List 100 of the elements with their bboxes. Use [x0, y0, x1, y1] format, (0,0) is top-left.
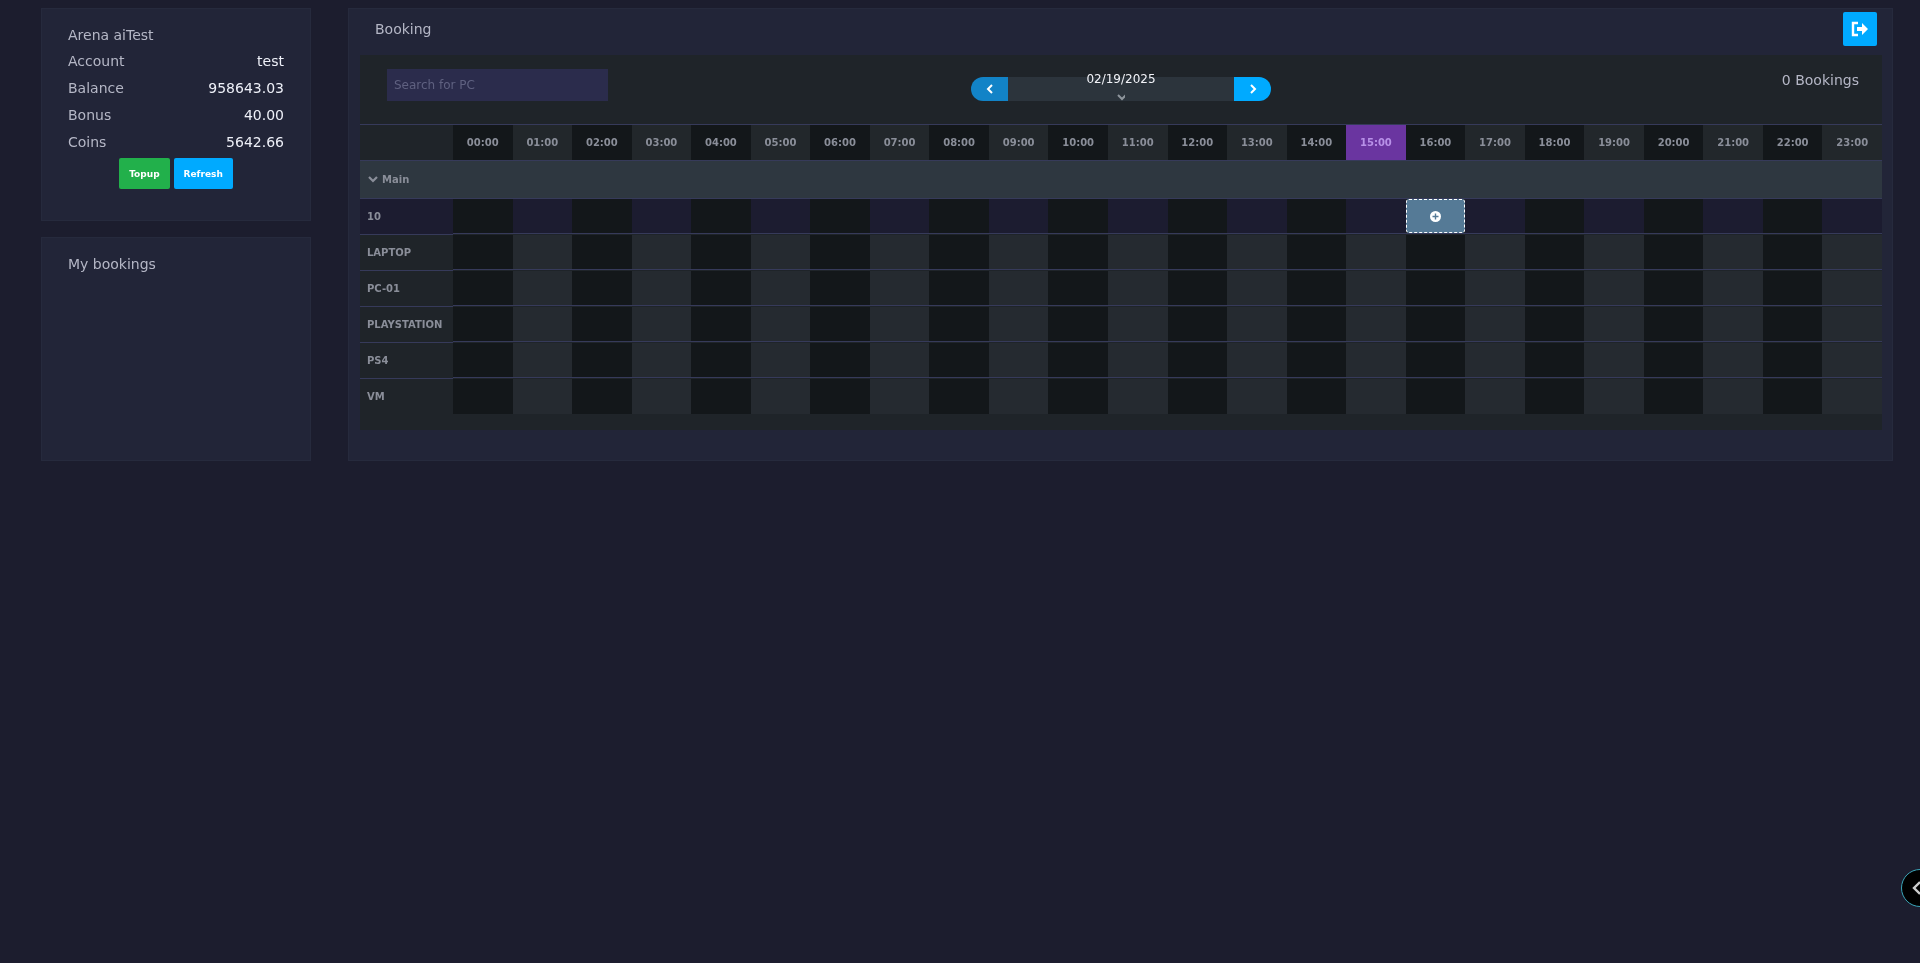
time-slot[interactable]	[1524, 343, 1585, 378]
time-slot[interactable]	[631, 235, 692, 270]
time-slot[interactable]	[1227, 379, 1287, 414]
time-slot[interactable]	[1167, 379, 1228, 414]
next-day-button[interactable]	[1234, 77, 1271, 101]
time-slot[interactable]	[1167, 199, 1228, 234]
time-slot[interactable]	[750, 235, 811, 270]
time-slot[interactable]	[1048, 343, 1108, 378]
time-slot[interactable]	[750, 307, 811, 342]
time-slot[interactable]	[1107, 307, 1168, 342]
time-slot[interactable]	[631, 379, 692, 414]
time-slot[interactable]	[631, 307, 692, 342]
time-slot[interactable]	[572, 379, 632, 414]
time-slot[interactable]	[1227, 271, 1287, 306]
time-slot[interactable]	[929, 343, 989, 378]
time-slot[interactable]	[631, 271, 692, 306]
time-slot[interactable]	[1524, 271, 1585, 306]
time-slot[interactable]	[1405, 379, 1466, 414]
time-slot[interactable]	[1286, 343, 1347, 378]
time-slot[interactable]	[1167, 307, 1228, 342]
time-slot[interactable]	[1346, 343, 1406, 378]
time-slot[interactable]	[1048, 235, 1108, 270]
time-slot[interactable]	[810, 343, 870, 378]
time-slot[interactable]	[572, 307, 632, 342]
refresh-button[interactable]: Refresh	[173, 158, 233, 189]
hour-header[interactable]: 22:00	[1762, 125, 1823, 160]
previous-day-button[interactable]	[971, 77, 1008, 101]
time-slot[interactable]	[1822, 379, 1882, 414]
time-slot[interactable]	[1703, 379, 1763, 414]
time-slot[interactable]	[750, 379, 811, 414]
hour-header[interactable]: 06:00	[810, 125, 870, 160]
time-slot[interactable]	[810, 379, 870, 414]
time-slot[interactable]	[453, 343, 513, 378]
time-slot[interactable]	[1465, 271, 1525, 306]
time-slot[interactable]	[631, 199, 692, 234]
time-slot[interactable]	[1643, 199, 1704, 234]
time-slot[interactable]	[988, 343, 1049, 378]
time-slot[interactable]	[1584, 379, 1644, 414]
time-slot[interactable]	[512, 271, 573, 306]
time-slot[interactable]	[1405, 307, 1466, 342]
time-slot[interactable]	[1822, 307, 1882, 342]
time-slot[interactable]	[691, 199, 751, 234]
time-slot[interactable]	[1524, 235, 1585, 270]
time-slot[interactable]	[810, 271, 870, 306]
time-slot[interactable]	[1762, 235, 1823, 270]
time-slot[interactable]	[1227, 343, 1287, 378]
hour-header[interactable]: 20:00	[1643, 125, 1704, 160]
time-slot[interactable]	[1107, 235, 1168, 270]
time-slot[interactable]	[988, 235, 1049, 270]
time-slot[interactable]	[810, 307, 870, 342]
group-toggle[interactable]: Main	[368, 174, 410, 185]
time-slot[interactable]	[631, 343, 692, 378]
time-slot[interactable]	[929, 199, 989, 234]
time-slot[interactable]	[1703, 271, 1763, 306]
time-slot[interactable]	[1524, 199, 1585, 234]
time-slot[interactable]	[750, 343, 811, 378]
hour-header[interactable]: 02:00	[572, 125, 632, 160]
time-slot[interactable]	[869, 307, 930, 342]
time-slot[interactable]	[1107, 199, 1168, 234]
time-slot[interactable]	[929, 271, 989, 306]
time-slot[interactable]	[1465, 379, 1525, 414]
time-slot[interactable]	[869, 379, 930, 414]
time-slot[interactable]	[988, 379, 1049, 414]
time-slot[interactable]	[1703, 343, 1763, 378]
time-slot[interactable]	[1584, 343, 1644, 378]
time-slot[interactable]	[572, 199, 632, 234]
time-slot[interactable]	[453, 379, 513, 414]
time-slot[interactable]	[572, 271, 632, 306]
time-slot[interactable]	[1643, 235, 1704, 270]
time-slot[interactable]	[1822, 271, 1882, 306]
time-slot[interactable]	[1048, 307, 1108, 342]
time-slot[interactable]	[1643, 271, 1704, 306]
time-slot[interactable]	[1524, 379, 1585, 414]
hour-header[interactable]: 16:00	[1405, 125, 1466, 160]
time-slot[interactable]	[1584, 199, 1644, 234]
time-slot[interactable]	[572, 343, 632, 378]
topup-button[interactable]: Topup	[119, 158, 170, 189]
time-slot[interactable]	[1167, 271, 1228, 306]
time-slot[interactable]	[1584, 271, 1644, 306]
time-slot[interactable]	[1703, 235, 1763, 270]
time-slot[interactable]	[1762, 307, 1823, 342]
time-slot[interactable]	[572, 235, 632, 270]
time-slot[interactable]	[1822, 343, 1882, 378]
time-slot[interactable]	[1286, 307, 1347, 342]
time-slot[interactable]	[1167, 343, 1228, 378]
time-slot[interactable]	[1286, 199, 1347, 234]
time-slot[interactable]	[1048, 379, 1108, 414]
time-slot[interactable]	[750, 199, 811, 234]
time-slot[interactable]	[988, 271, 1049, 306]
time-slot[interactable]	[1286, 235, 1347, 270]
time-slot[interactable]	[1643, 343, 1704, 378]
time-slot[interactable]	[1762, 271, 1823, 306]
time-slot[interactable]	[1346, 379, 1406, 414]
time-slot[interactable]	[1822, 235, 1882, 270]
time-slot[interactable]	[810, 199, 870, 234]
time-slot[interactable]	[929, 235, 989, 270]
time-slot[interactable]	[929, 379, 989, 414]
time-slot[interactable]	[1762, 343, 1823, 378]
time-slot[interactable]	[512, 307, 573, 342]
time-slot[interactable]	[869, 199, 930, 234]
